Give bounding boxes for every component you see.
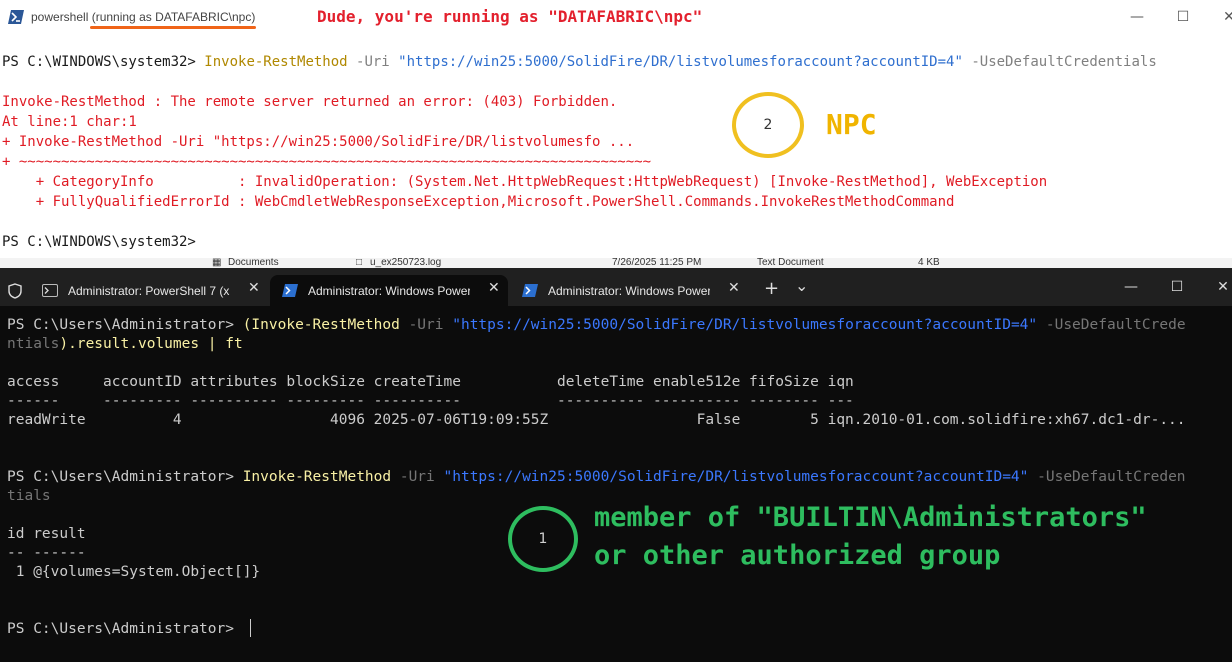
console-output-bottom[interactable]: PS C:\Users\Administrator> (Invoke-RestM…	[0, 306, 1232, 662]
annotation-circle-2: 2	[732, 92, 804, 158]
file-type: Text Document	[757, 258, 824, 268]
runas-text: (running as DATAFABRIC\npc)	[91, 10, 256, 24]
prompt-line: PS C:\WINDOWS\system32>	[2, 234, 196, 250]
error-line: + ~~~~~~~~~~~~~~~~~~~~~~~~~~~~~~~~~~~~~~…	[2, 154, 652, 170]
folder-icon: ▦	[212, 258, 222, 268]
file-icon: □	[356, 258, 363, 268]
background-explorer-strip: ▦ Documents □ u_ex250723.log 7/26/2025 1…	[0, 258, 1232, 268]
tab-bar[interactable]: Administrator: PowerShell 7 (x64) ✕ Admi…	[0, 268, 1232, 306]
window-title: powershell (running as DATAFABRIC\npc)	[31, 10, 256, 24]
maximize-button[interactable]: ☐	[1154, 272, 1200, 302]
table-separator: -- ------	[7, 545, 86, 561]
tab-windows-powershell[interactable]: Administrator: Windows PowerShell ✕	[510, 275, 748, 306]
command-line-wrap: ntials).result.volumes | ft	[7, 336, 243, 352]
terminal-icon	[42, 284, 58, 297]
annotation-line-1: member of "BUILTIN\Administrators"	[594, 502, 1147, 533]
folder-label: Documents	[228, 258, 279, 268]
annotation-line-2: or other authorized group	[594, 540, 1001, 571]
powershell-npc-window: powershell (running as DATAFABRIC\npc) D…	[0, 0, 1232, 262]
minimize-button[interactable]: —	[1114, 2, 1160, 32]
table-row: 1 @{volumes=System.Object[]}	[7, 564, 261, 580]
powershell-icon	[522, 284, 538, 297]
final-prompt: PS C:\Users\Administrator>	[7, 621, 243, 637]
table-header: access accountID attributes blockSize cr…	[7, 374, 854, 390]
file-date: 7/26/2025 11:25 PM	[612, 258, 702, 268]
close-button[interactable]: ✕	[1206, 2, 1232, 32]
text-cursor	[250, 619, 251, 637]
tab-label: Administrator: Windows PowerShell	[548, 284, 710, 298]
error-line: + Invoke-RestMethod -Uri "https://win25:…	[2, 134, 635, 150]
error-line: At line:1 char:1	[2, 114, 137, 130]
table-header: id result	[7, 526, 86, 542]
close-button[interactable]: ✕	[1200, 272, 1232, 302]
tab-close-icon[interactable]: ✕	[488, 280, 500, 296]
new-tab-button[interactable]: +	[764, 278, 779, 299]
command-line-wrap: tials	[7, 488, 51, 504]
runas-annotation: Dude, you're running as "DATAFABRIC\npc"	[317, 7, 703, 26]
minimize-button[interactable]: —	[1108, 272, 1154, 302]
shield-icon	[8, 283, 22, 299]
command-line: PS C:\WINDOWS\system32> Invoke-RestMetho…	[2, 54, 1157, 70]
powershell-icon	[8, 10, 24, 24]
command-line: PS C:\Users\Administrator> Invoke-RestMe…	[7, 469, 1186, 485]
table-row: readWrite 4 4096 2025-07-06T19:09:55Z Fa…	[7, 412, 1186, 428]
tab-close-icon[interactable]: ✕	[728, 280, 740, 296]
title-bar[interactable]: powershell (running as DATAFABRIC\npc) D…	[0, 0, 1232, 34]
console-output-top[interactable]: PS C:\WINDOWS\system32> Invoke-RestMetho…	[0, 34, 1232, 262]
tab-windows-powershell-active[interactable]: Administrator: Windows PowerShell ✕	[270, 275, 508, 306]
annotation-circle-1: 1	[508, 506, 578, 572]
file-size: 4 KB	[918, 258, 940, 268]
error-line: Invoke-RestMethod : The remote server re…	[2, 94, 618, 110]
command-line: PS C:\Users\Administrator> (Invoke-RestM…	[7, 317, 1186, 333]
error-line: + CategoryInfo : InvalidOperation: (Syst…	[2, 174, 1048, 190]
runas-underline	[90, 26, 256, 29]
error-line: + FullyQualifiedErrorId : WebCmdletWebRe…	[2, 194, 955, 210]
dropdown-button[interactable]: ⌄	[795, 276, 808, 295]
tab-powershell-7[interactable]: Administrator: PowerShell 7 (x64) ✕	[30, 275, 268, 306]
maximize-button[interactable]: ☐	[1160, 2, 1206, 32]
tab-label: Administrator: Windows PowerShell	[308, 284, 470, 298]
powershell-icon	[282, 284, 298, 297]
file-name: u_ex250723.log	[370, 258, 442, 268]
tab-close-icon[interactable]: ✕	[248, 280, 260, 296]
table-separator: ------ --------- ---------- --------- --…	[7, 393, 854, 409]
npc-label: NPC	[826, 108, 877, 141]
windows-terminal-window: Administrator: PowerShell 7 (x64) ✕ Admi…	[0, 268, 1232, 662]
tab-label: Administrator: PowerShell 7 (x64)	[68, 284, 230, 298]
